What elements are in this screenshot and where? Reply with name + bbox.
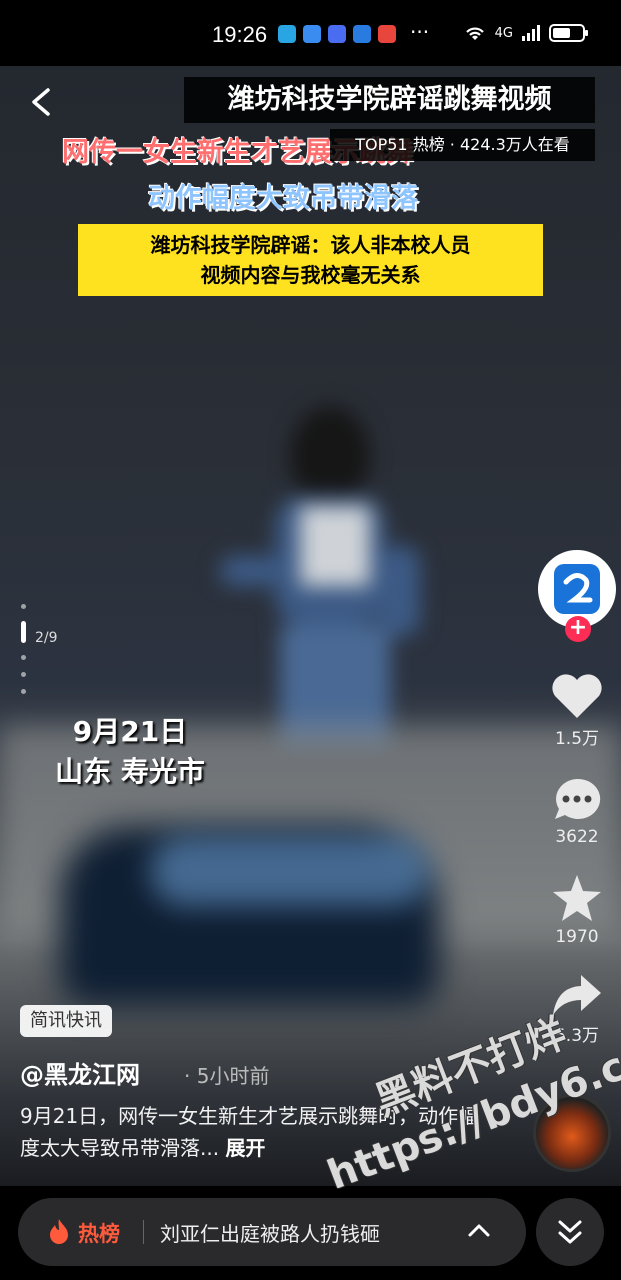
category-tag[interactable]: 简讯快讯 [20,1005,112,1037]
comment-button[interactable]: 3622 [551,775,603,847]
signal-icon [522,25,540,41]
page-indicator: 2/9 [35,630,58,646]
progress-dot [21,604,26,609]
divider [143,1220,144,1244]
broadcast-app-icon [328,25,346,43]
telegram-icon [278,25,296,43]
network-type: 4G [494,25,513,41]
progress-dot [21,672,26,677]
date-line: 9月21日 [72,715,188,748]
battery-level [553,28,570,38]
star-icon [553,875,601,921]
hot-topic-text[interactable]: 刘亚仁出庭被路人扔钱砸 [160,1218,380,1247]
wifi-icon [465,27,484,40]
author-avatar[interactable]: + [538,550,616,642]
news-app-icon [378,25,396,43]
hot-list-label: 热榜 [78,1222,120,1246]
date-location: 9月21日 山东 寿光市 [30,712,230,792]
logo-2-icon [563,573,593,603]
notice-line-1: 潍坊科技学院辟谣：该人非本校人员 [150,233,471,257]
location-line: 山东 寿光市 [55,755,205,788]
like-count: 1.5万 [554,729,600,749]
like-button[interactable]: 1.5万 [550,672,604,749]
author-name[interactable]: @黑龙江网 [20,1055,140,1090]
battery-icon [549,24,588,42]
progress-dot [21,689,26,694]
notification-icons [278,25,396,43]
double-chevron-down-icon [558,1220,582,1244]
flame-icon [50,1219,68,1244]
blurred-car-highlight [150,836,430,906]
message-app-icon [303,25,321,43]
video-title[interactable]: 潍坊科技学院辟谣跳舞视频 [184,77,595,123]
chevron-up-icon[interactable] [464,1215,494,1245]
status-time: 19:26 [212,22,268,47]
comment-count: 3622 [555,827,599,847]
notice-line-2: 视频内容与我校毫无关系 [200,263,421,287]
more-notifications-icon: ··· [410,20,430,44]
post-time: · 5小时前 [184,1064,270,1088]
back-button[interactable] [22,82,62,122]
progress-current [21,621,26,643]
browser-app-icon [353,25,371,43]
expand-link[interactable]: 展开 [225,1136,265,1160]
author-logo [554,564,600,614]
favorite-button[interactable]: 1970 [551,873,603,947]
chevron-left-icon [32,88,50,116]
rumor-notice: 潍坊科技学院辟谣：该人非本校人员 视频内容与我校毫无关系 [78,224,543,296]
comment-icon [555,778,601,819]
headline-blue: 动作幅度大致吊带滑落 [148,183,418,214]
progress-dot [21,655,26,660]
blurred-person [220,406,420,746]
action-rail: + 1.5万 3622 1970 5.3万 [538,550,616,1046]
heart-icon [552,674,602,718]
slide-progress [19,604,31,706]
next-video-button[interactable] [536,1198,604,1266]
favorite-count: 1970 [555,927,599,947]
system-status: 4G [463,24,588,42]
follow-button[interactable]: + [565,616,591,642]
status-bar: 19:26 ··· 4G [0,0,621,66]
ranking-badge[interactable]: TOP51 热榜 · 424.3万人在看 [330,129,595,161]
